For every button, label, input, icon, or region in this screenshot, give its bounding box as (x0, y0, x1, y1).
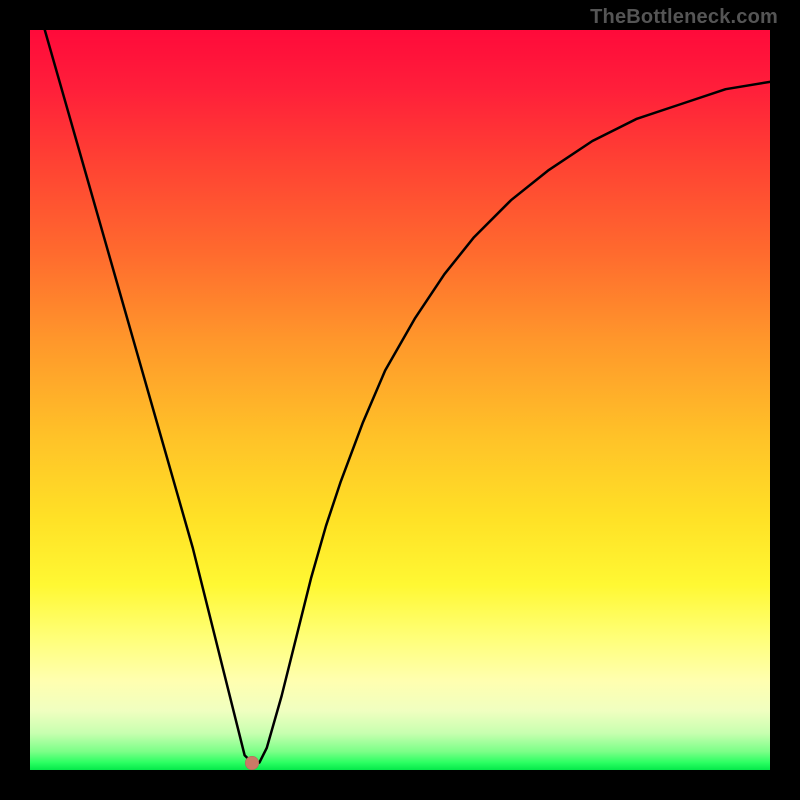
curve-path (45, 30, 770, 763)
chart-frame: TheBottleneck.com (0, 0, 800, 800)
watermark-text: TheBottleneck.com (590, 6, 778, 29)
bottleneck-curve (30, 30, 770, 770)
minimum-marker-dot (245, 756, 259, 770)
plot-area (30, 30, 770, 770)
